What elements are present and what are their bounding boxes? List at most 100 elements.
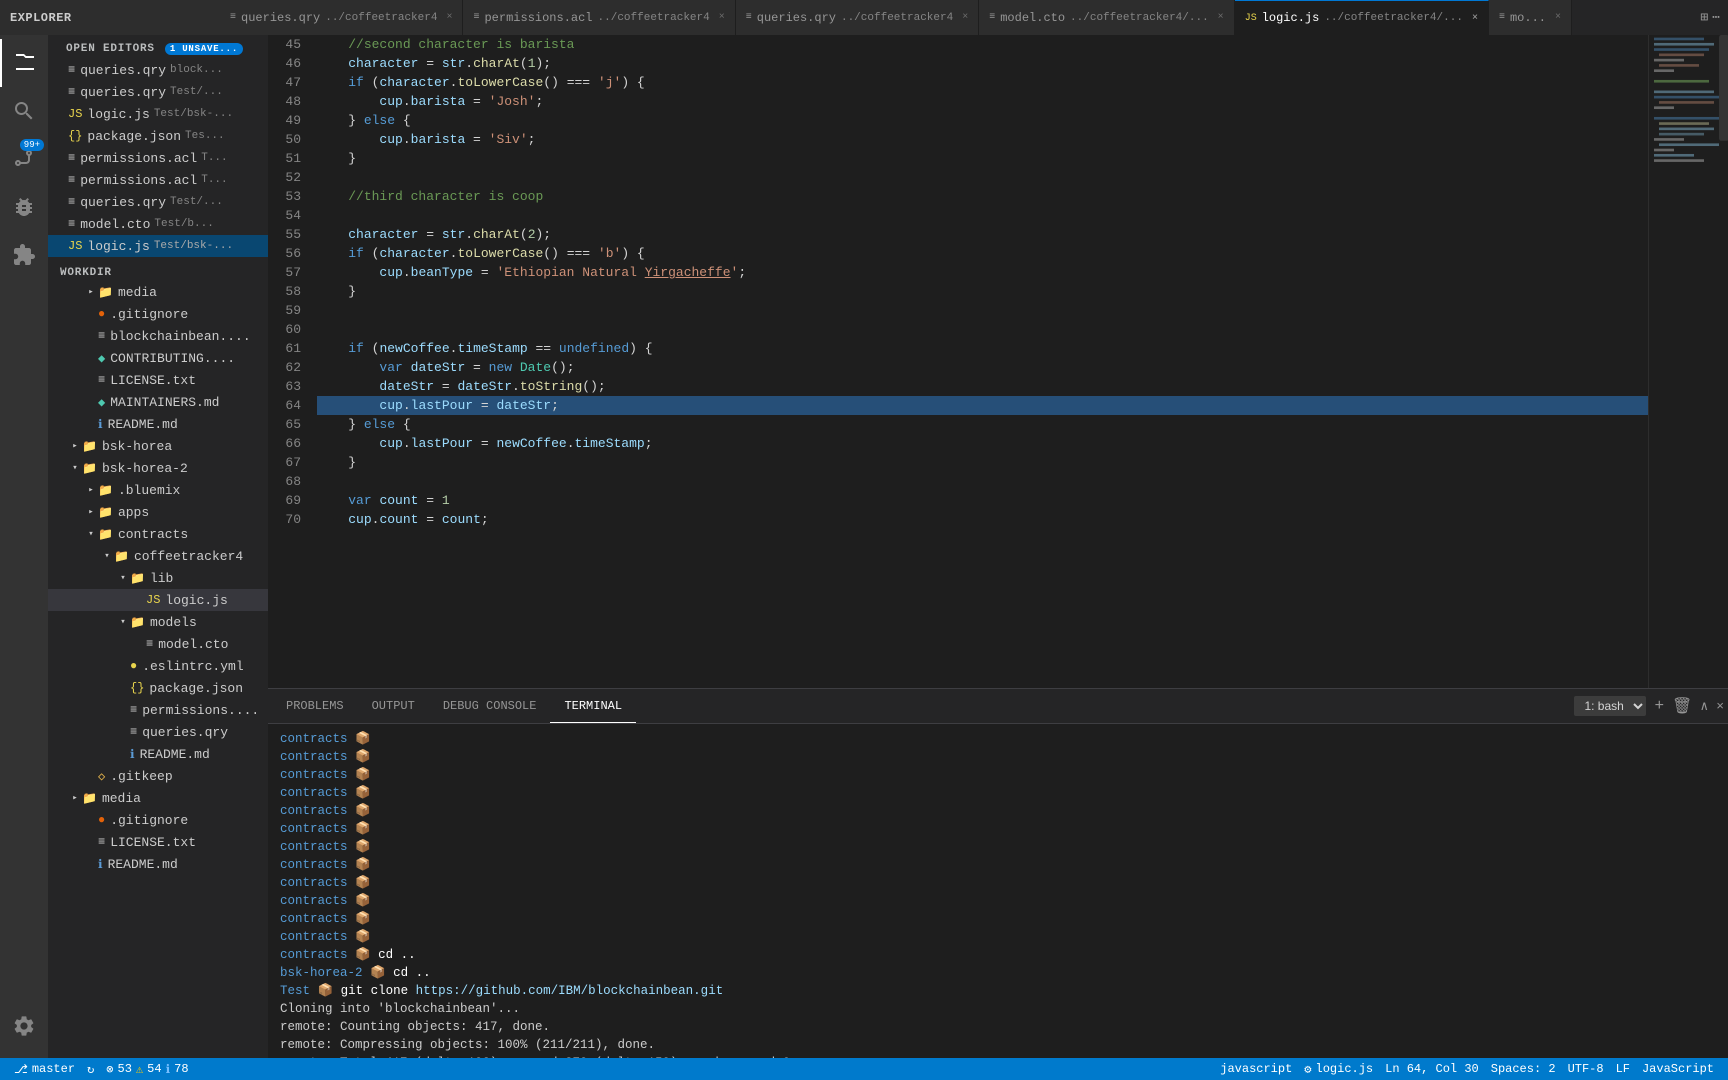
- terminal-instance-selector[interactable]: 1: bash: [1574, 696, 1646, 716]
- open-file-package[interactable]: {} package.json Tes...: [48, 125, 268, 147]
- open-file-perm1[interactable]: ≡ permissions.acl T...: [48, 147, 268, 169]
- tree-license[interactable]: ≡ LICENSE.txt: [48, 369, 268, 391]
- tab-model[interactable]: ≡ model.cto ../coffeetracker4/... ×: [979, 0, 1234, 35]
- lib-label: lib: [150, 571, 173, 586]
- tree-packagejson[interactable]: {} package.json: [48, 677, 268, 699]
- status-encoding[interactable]: UTF-8: [1562, 1058, 1610, 1080]
- tree-bluemix[interactable]: 📁 .bluemix: [48, 479, 268, 501]
- maintainers-label: MAINTAINERS.md: [110, 395, 219, 410]
- bsk-horea-label: bsk-horea: [102, 439, 172, 454]
- unsaved-badge: 1 UNSAVE...: [165, 43, 243, 55]
- open-file-name-perm2: permissions.acl: [80, 173, 197, 188]
- tree-eslintrc[interactable]: ● .eslintrc.yml: [48, 655, 268, 677]
- line-numbers: 4546474849 5051525354 5556575859 6061626…: [268, 35, 313, 688]
- tab-icon-permissions: ≡: [473, 12, 479, 23]
- gitignore-icon: ●: [98, 307, 105, 321]
- tab-close-logicjs[interactable]: ×: [1472, 13, 1478, 24]
- tree-media2[interactable]: 📁 media: [48, 787, 268, 809]
- tab-terminal[interactable]: TERMINAL: [550, 689, 636, 723]
- code-line-61: if (newCoffee.timeStamp == undefined) {: [317, 339, 1648, 358]
- open-file-icon-perm2: ≡: [68, 173, 75, 187]
- tab-logicjs[interactable]: JS logic.js ../coffeetracker4/... ×: [1235, 0, 1489, 35]
- tab-close-queries1[interactable]: ×: [446, 12, 452, 23]
- tree-readme2[interactable]: ℹ README.md: [48, 853, 268, 875]
- tab-debug-console[interactable]: DEBUG CONSOLE: [429, 689, 551, 723]
- tab-close-model2[interactable]: ×: [1555, 12, 1561, 23]
- tab-label-permissions: permissions.acl: [484, 11, 592, 25]
- tab-permissions[interactable]: ≡ permissions.acl ../coffeetracker4 ×: [463, 0, 735, 35]
- maximize-terminal-icon[interactable]: ∧: [1700, 699, 1708, 714]
- tab-model2[interactable]: ≡ mo... ×: [1489, 0, 1572, 35]
- term-line-6: contracts 📦: [280, 820, 1716, 838]
- activity-search[interactable]: [0, 87, 48, 135]
- open-file-path-queries3: Test/...: [170, 196, 223, 208]
- tab-path-logicjs: ../coffeetracker4/...: [1324, 12, 1463, 24]
- tree-gitkeep[interactable]: ◇ .gitkeep: [48, 765, 268, 787]
- tree-apps[interactable]: 📁 apps: [48, 501, 268, 523]
- tree-contributing[interactable]: ◆ CONTRIBUTING....: [48, 347, 268, 369]
- status-line-ending[interactable]: LF: [1610, 1058, 1636, 1080]
- tab-close-queries2[interactable]: ×: [962, 12, 968, 23]
- more-tabs-icon[interactable]: ⋯: [1712, 10, 1720, 25]
- coffeetracker4-arrow: [100, 551, 114, 561]
- activity-settings[interactable]: [0, 1002, 48, 1050]
- status-language[interactable]: javascript: [1214, 1058, 1298, 1080]
- split-editor-icon[interactable]: ⊞: [1700, 10, 1708, 25]
- open-file-logicjs2[interactable]: JS logic.js Test/bsk-...: [48, 235, 268, 257]
- tree-bsk-horea2[interactable]: 📁 bsk-horea-2: [48, 457, 268, 479]
- status-cursor[interactable]: Ln 64, Col 30: [1379, 1058, 1485, 1080]
- status-sync[interactable]: ↻: [81, 1058, 100, 1080]
- status-spaces[interactable]: Spaces: 2: [1485, 1058, 1562, 1080]
- tree-media[interactable]: 📁 media: [48, 281, 268, 303]
- tree-gitignore2[interactable]: ● .gitignore: [48, 809, 268, 831]
- tree-maintainers[interactable]: ◆ MAINTAINERS.md: [48, 391, 268, 413]
- tree-lib[interactable]: 📁 lib: [48, 567, 268, 589]
- tree-logicjs[interactable]: JS logic.js: [48, 589, 268, 611]
- tab-problems[interactable]: PROBLEMS: [272, 689, 358, 723]
- delete-terminal-icon[interactable]: 🗑: [1672, 696, 1692, 716]
- open-file-logicjs[interactable]: JS logic.js Test/bsk-...: [48, 103, 268, 125]
- tree-bsk-horea[interactable]: 📁 bsk-horea: [48, 435, 268, 457]
- workdir-header[interactable]: WORKDIR: [48, 261, 268, 281]
- tree-queriesqry[interactable]: ≡ queries.qry: [48, 721, 268, 743]
- tab-close-permissions[interactable]: ×: [719, 12, 725, 23]
- open-file-modelcto[interactable]: ≡ model.cto Test/b...: [48, 213, 268, 235]
- status-logic-file[interactable]: ⚙ logic.js: [1298, 1058, 1379, 1080]
- tab-queries2[interactable]: ≡ queries.qry ../coffeetracker4 ×: [736, 0, 979, 35]
- tree-blockchainbean[interactable]: ≡ blockchainbean....: [48, 325, 268, 347]
- tree-contracts[interactable]: 📁 contracts: [48, 523, 268, 545]
- tree-modelcto[interactable]: ≡ model.cto: [48, 633, 268, 655]
- status-bar: ⎇ master ↻ ⊗ 53 ⚠ 54 ℹ 78 javascript ⚙ l…: [0, 1058, 1728, 1080]
- open-editors-header[interactable]: OPEN EDITORS 1 UNSAVE...: [48, 39, 268, 59]
- open-file-name-logicjs2: logic.js: [87, 239, 149, 254]
- open-file-queries2[interactable]: ≡ queries.qry Test/...: [48, 81, 268, 103]
- open-file-path-perm2: T...: [201, 174, 227, 186]
- minimap-canvas: [1649, 35, 1728, 688]
- tree-license2[interactable]: ≡ LICENSE.txt: [48, 831, 268, 853]
- tree-readmemd[interactable]: ℹ README.md: [48, 743, 268, 765]
- tab-close-model[interactable]: ×: [1218, 12, 1224, 23]
- main-layout: 99+ OPEN EDITORS 1: [0, 35, 1728, 1058]
- tree-models[interactable]: 📁 models: [48, 611, 268, 633]
- tab-output[interactable]: OUTPUT: [358, 689, 429, 723]
- activity-extensions[interactable]: [0, 231, 48, 279]
- add-terminal-icon[interactable]: +: [1654, 697, 1664, 715]
- activity-debug[interactable]: [0, 183, 48, 231]
- status-branch[interactable]: ⎇ master: [8, 1058, 81, 1080]
- code-lines[interactable]: //second character is barista character …: [313, 35, 1648, 688]
- activity-scm[interactable]: 99+: [0, 135, 48, 183]
- open-file-queries1[interactable]: ≡ queries.qry block...: [48, 59, 268, 81]
- status-language-mode[interactable]: JavaScript: [1636, 1058, 1720, 1080]
- activity-explorer[interactable]: [0, 39, 48, 87]
- close-terminal-icon[interactable]: ×: [1716, 699, 1724, 714]
- tree-coffeetracker4[interactable]: 📁 coffeetracker4: [48, 545, 268, 567]
- tab-queries1[interactable]: ≡ queries.qry ../coffeetracker4 ×: [220, 0, 463, 35]
- tree-permissionsacl[interactable]: ≡ permissions....: [48, 699, 268, 721]
- open-file-queries3[interactable]: ≡ queries.qry Test/...: [48, 191, 268, 213]
- terminal-content[interactable]: contracts 📦 contracts 📦 contracts 📦 cont…: [268, 724, 1728, 1058]
- queriesqry-label: queries.qry: [142, 725, 228, 740]
- open-file-perm2[interactable]: ≡ permissions.acl T...: [48, 169, 268, 191]
- tree-readme[interactable]: ℹ README.md: [48, 413, 268, 435]
- tree-gitignore[interactable]: ● .gitignore: [48, 303, 268, 325]
- status-errors[interactable]: ⊗ 53 ⚠ 54 ℹ 78: [100, 1058, 194, 1080]
